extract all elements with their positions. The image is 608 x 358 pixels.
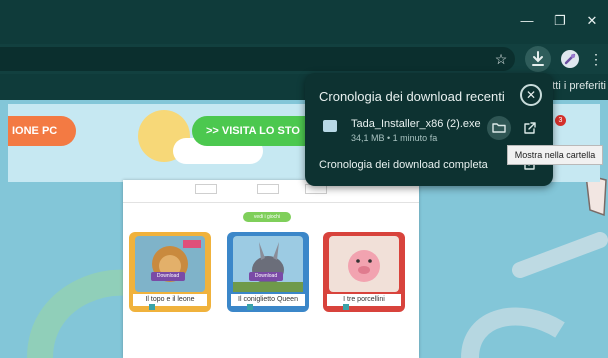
book-cover xyxy=(233,236,303,292)
book-title: Il coniglietto Queen xyxy=(231,294,305,306)
bookmark-flag-icon xyxy=(247,304,253,310)
download-button[interactable] xyxy=(525,46,551,72)
panel-title: Cronologia dei download recenti xyxy=(319,89,505,104)
catalog-tab[interactable] xyxy=(195,184,217,194)
menu-icon[interactable]: ⋮ xyxy=(587,50,605,68)
download-badge: Download xyxy=(249,272,283,281)
open-file-button[interactable] xyxy=(518,116,542,140)
pig-illustration xyxy=(348,250,380,282)
profile-avatar[interactable] xyxy=(561,50,579,68)
catalog-tab[interactable] xyxy=(257,184,279,194)
address-bar[interactable] xyxy=(0,47,515,71)
downloaded-file-meta: 34,1 MB • 1 minuto fa xyxy=(351,133,438,143)
bookmark-flag-icon xyxy=(343,304,349,310)
star-icon[interactable]: ☆ xyxy=(492,50,510,68)
book-title: Il topo e il leone xyxy=(133,294,207,306)
file-icon xyxy=(323,120,337,132)
book-cover xyxy=(135,236,205,292)
rabbit-illustration xyxy=(233,242,303,292)
book-card[interactable]: Download Il topo e il leone xyxy=(129,232,211,312)
close-window-icon[interactable]: ✕ xyxy=(585,14,599,28)
book-card[interactable]: Download Il coniglietto Queen xyxy=(227,232,309,312)
close-panel-icon[interactable]: ✕ xyxy=(520,84,542,106)
folder-icon xyxy=(492,123,506,133)
notification-badge: 3 xyxy=(555,115,566,126)
book-title: I tre porcellini xyxy=(327,294,401,306)
book-cover xyxy=(329,236,399,292)
download-badge: Download xyxy=(151,272,185,281)
download-icon xyxy=(532,51,544,66)
bookmark-flag-icon xyxy=(149,304,155,310)
all-bookmarks-link[interactable]: tti i preferiti xyxy=(552,80,606,92)
title-bar: — ❐ ✕ xyxy=(0,0,608,44)
minimize-icon[interactable]: — xyxy=(520,14,534,28)
show-in-folder-tooltip: Mostra nella cartella xyxy=(507,145,603,165)
downloaded-file-name[interactable]: Tada_Installer_x86 (2).exe xyxy=(351,118,481,130)
download-history-panel: Cronologia dei download recenti ✕ Tada_I… xyxy=(305,73,553,186)
open-external-icon xyxy=(524,122,536,134)
lion-illustration xyxy=(152,240,201,282)
see-games-button[interactable]: vedi i giochi xyxy=(243,212,291,222)
full-download-history-link[interactable]: Cronologia dei download completa xyxy=(319,159,488,171)
visit-store-button[interactable]: >> VISITA LO STO xyxy=(192,116,322,146)
show-in-folder-button[interactable] xyxy=(487,116,511,140)
book-catalog: vedi i giochi Download Il topo e il leon… xyxy=(123,180,419,358)
profile-icon xyxy=(564,53,576,65)
pc-version-button[interactable]: IONE PC xyxy=(8,116,76,146)
restore-icon[interactable]: ❐ xyxy=(553,14,567,28)
book-card[interactable]: I tre porcellini xyxy=(323,232,405,312)
